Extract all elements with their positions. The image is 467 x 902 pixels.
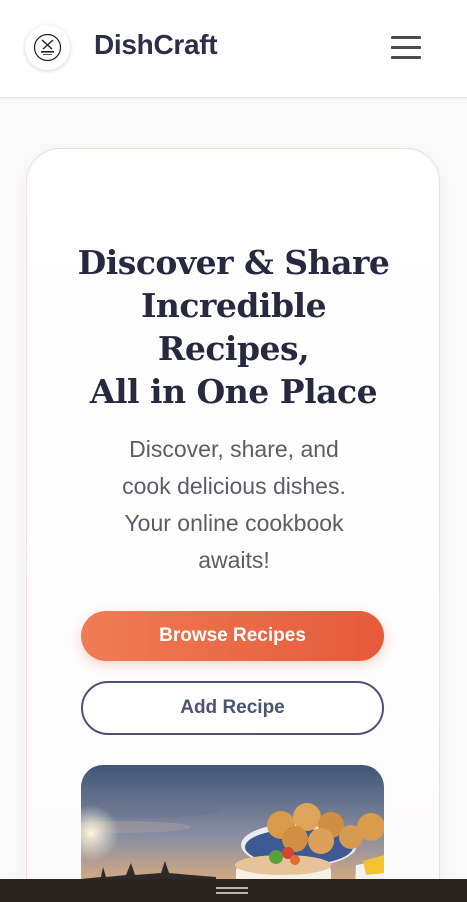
hamburger-menu-button[interactable] <box>386 32 426 64</box>
hero-subtitle-line: Your online cookbook <box>124 510 344 536</box>
browse-recipes-button[interactable]: Browse Recipes <box>81 611 384 661</box>
chef-logo-icon <box>33 33 62 62</box>
hero-title-line: Recipes, <box>157 329 310 368</box>
hero-subtitle: Discover, share, and cook delicious dish… <box>84 431 384 579</box>
hero-title-line: All in One Place <box>89 372 378 411</box>
nav-handle[interactable] <box>216 887 248 889</box>
hero-subtitle-line: cook delicious dishes. <box>122 473 346 499</box>
hero-title-line: Incredible <box>140 286 327 325</box>
logo[interactable] <box>25 25 70 70</box>
hero-subtitle-line: Discover, share, and <box>129 436 339 462</box>
top-app-bar: DishCraft <box>0 0 467 98</box>
hero-title: Discover & Share Incredible Recipes, All… <box>0 241 467 413</box>
hamburger-menu-icon <box>391 36 421 39</box>
system-navigation-bar <box>0 879 467 902</box>
brand-name[interactable]: DishCraft <box>94 29 218 61</box>
hero-title-line: Discover & Share <box>77 243 390 282</box>
add-recipe-button[interactable]: Add Recipe <box>81 681 384 735</box>
hero-subtitle-line: awaits! <box>198 547 270 573</box>
